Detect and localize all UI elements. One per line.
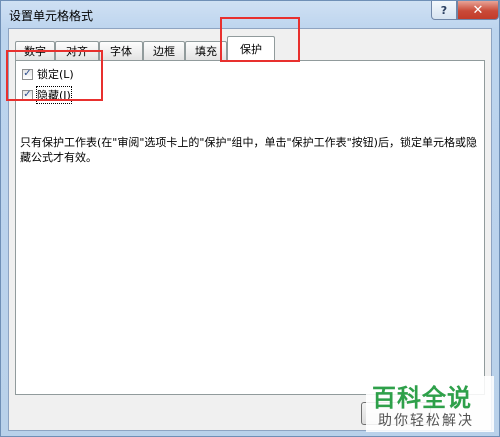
tab-label: 保护 [240,43,262,56]
hidden-option[interactable]: ✓ 隐藏(I) [22,86,72,104]
tab-number[interactable]: 数字 [15,41,55,60]
window-title: 设置单元格格式 [9,9,94,23]
protection-panel: ✓ 锁定(L) ✓ 隐藏(I) 只有保护工作表(在"审阅"选项卡上的"保护"组中… [15,60,485,395]
checkmark-icon: ✓ [23,68,32,79]
hidden-checkbox[interactable]: ✓ [22,89,33,101]
locked-label: 锁定(L) [37,68,74,81]
tab-font[interactable]: 字体 [99,41,143,60]
tab-border[interactable]: 边框 [143,41,185,60]
watermark-subtitle: 助你轻松解决 [378,413,474,429]
help-icon: ? [440,3,448,17]
watermark: 百科全说 助你轻松解决 [366,376,494,432]
tab-label: 填充 [195,45,217,58]
hidden-label: 隐藏(I) [36,86,72,104]
watermark-logo: 百科全说 [372,384,472,412]
tab-label: 字体 [110,45,132,58]
protection-description: 只有保护工作表(在"审阅"选项卡上的"保护"组中，单击"保护工作表"按钮)后，锁… [20,136,477,164]
close-icon: ✕ [472,2,484,18]
tab-label: 边框 [153,45,175,58]
help-button[interactable]: ? [431,1,457,20]
locked-checkbox[interactable]: ✓ [22,68,33,80]
close-button[interactable]: ✕ [457,1,499,20]
tab-label: 对齐 [66,45,88,58]
locked-option[interactable]: ✓ 锁定(L) [22,66,74,82]
tab-fill[interactable]: 填充 [185,41,227,60]
title-bar[interactable]: 设置单元格格式 ? ✕ [1,1,499,27]
tab-alignment[interactable]: 对齐 [55,41,99,60]
dialog-body: 数字 对齐 字体 边框 填充 保护 ✓ 锁定(L) ✓ 隐藏(I) 只有保护工作… [8,28,492,431]
format-cells-dialog: 设置单元格格式 ? ✕ 数字 对齐 字体 边框 填充 保护 ✓ 锁定(L) ✓ … [0,0,500,437]
tab-protection[interactable]: 保护 [227,36,275,61]
checkmark-icon: ✓ [23,89,32,100]
tab-label: 数字 [24,45,46,58]
